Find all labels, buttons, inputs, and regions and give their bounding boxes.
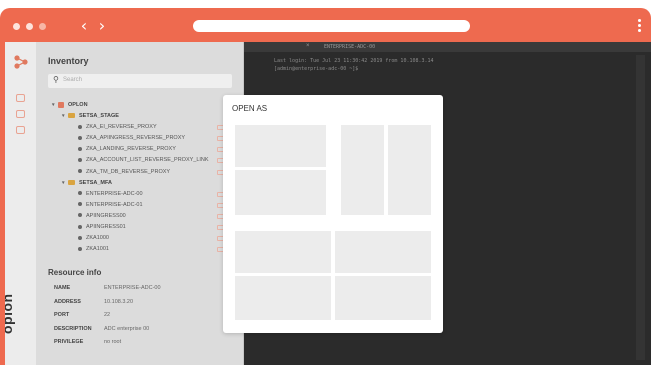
layout-pane bbox=[388, 125, 431, 215]
tree-label: ZKA1001 bbox=[86, 246, 109, 253]
tree-item[interactable]: APIINGRESS01 bbox=[52, 222, 237, 233]
server-icon bbox=[78, 224, 82, 229]
window-minimize-dot[interactable] bbox=[26, 23, 33, 30]
left-rail: oplon bbox=[5, 42, 36, 365]
resource-info-key: NAME bbox=[54, 285, 71, 291]
server-icon bbox=[78, 235, 82, 240]
terminal-line: Last login: Tue Jul 23 11:30:42 2019 fro… bbox=[274, 58, 434, 64]
terminal-scrollbar[interactable] bbox=[636, 55, 645, 360]
oplon-logo-icon[interactable] bbox=[13, 54, 29, 70]
resource-info-value: ENTERPRISE-ADC-00 bbox=[104, 285, 161, 291]
close-icon[interactable]: × bbox=[306, 43, 310, 49]
tree-root[interactable]: ▾ OPLON bbox=[52, 100, 237, 111]
tree-label: ZKA_LANDING_REVERSE_PROXY bbox=[86, 146, 176, 153]
tree-item[interactable]: ENTERPRISE-ADC-01 bbox=[52, 200, 237, 211]
tree-label: ZKA_ACCOUNT_LIST_REVERSE_PROXY_LINK bbox=[86, 157, 209, 164]
browser-window: ‹ › oplon Inventory ⚲ Search ▾ OPLON ▾ S… bbox=[0, 8, 651, 365]
server-icon bbox=[78, 124, 82, 129]
resource-info-key: PORT bbox=[54, 312, 70, 318]
terminal-line: [admin@enterprise-adc-00 ~]$ bbox=[274, 66, 359, 72]
server-icon bbox=[78, 191, 82, 196]
tree-item[interactable]: ZKA_ACCOUNT_LIST_REVERSE_PROXY_LINK bbox=[52, 155, 237, 166]
terminal-tab[interactable]: × ENTERPRISE-ADC-00 bbox=[244, 42, 651, 52]
brand-wordmark: oplon bbox=[5, 293, 15, 334]
resource-info-row: PORT 22 bbox=[48, 312, 238, 326]
resource-info-key: PRIVILEGE bbox=[54, 339, 84, 345]
tree-label: APIINGRESS00 bbox=[86, 212, 126, 219]
server-icon bbox=[78, 135, 82, 140]
dialog-title: OPEN AS bbox=[232, 104, 268, 113]
window-close-dot[interactable] bbox=[13, 23, 20, 30]
layout-pane bbox=[235, 276, 331, 320]
forward-chevron-icon[interactable]: › bbox=[94, 17, 110, 35]
tree-label: SETSA_MFA bbox=[79, 179, 113, 186]
tree-label: ZKA_EI_REVERSE_PROXY bbox=[86, 124, 157, 131]
window-maximize-dot[interactable] bbox=[39, 23, 46, 30]
resource-info-value: ADC enterprise 00 bbox=[104, 325, 150, 332]
layout-pane bbox=[335, 276, 431, 320]
resource-info-row: DESCRIPTION ADC enterprise 00 bbox=[48, 326, 238, 340]
tree-label: SETSA_STAGE bbox=[79, 113, 119, 120]
folder-icon bbox=[68, 113, 75, 119]
folder-icon bbox=[68, 179, 75, 185]
resource-info-row: ADDRESS 10.108.3.20 bbox=[48, 299, 238, 313]
server-icon bbox=[78, 213, 82, 218]
inventory-nav-icon[interactable] bbox=[16, 94, 25, 102]
page: ‹ › oplon Inventory ⚲ Search ▾ OPLON ▾ S… bbox=[0, 0, 651, 365]
resource-info-key: DESCRIPTION bbox=[54, 325, 92, 332]
tree-folder[interactable]: ▾ SETSA_STAGE bbox=[52, 111, 237, 122]
layout-pane bbox=[235, 170, 326, 215]
inventory-search-input[interactable]: ⚲ Search bbox=[48, 74, 232, 88]
tree-item[interactable]: ZKA_EI_REVERSE_PROXY bbox=[52, 122, 237, 133]
tree-item[interactable]: ZKA1000 bbox=[52, 233, 237, 244]
tree-label: ZKA1000 bbox=[86, 235, 109, 242]
settings-nav-icon[interactable] bbox=[16, 126, 25, 134]
inventory-title: Inventory bbox=[48, 56, 89, 66]
search-icon: ⚲ bbox=[53, 75, 59, 84]
kebab-menu-icon[interactable] bbox=[636, 19, 642, 33]
root-icon bbox=[58, 101, 64, 108]
server-icon bbox=[78, 146, 82, 151]
tree-label: ZKA_APIINGRESS_REVERSE_PROXY bbox=[86, 135, 186, 142]
inventory-tree: ▾ OPLON ▾ SETSA_STAGE ZKA_EI_REVERSE_PROXY ZK… bbox=[52, 100, 237, 255]
tree-item[interactable]: ZKA1001 bbox=[52, 244, 237, 255]
tree-item[interactable]: ZKA_TM_DB_REVERSE_PROXY bbox=[52, 167, 237, 178]
server-icon bbox=[78, 202, 82, 207]
resource-info-value: 22 bbox=[104, 312, 111, 318]
tree-label: ZKA_TM_DB_REVERSE_PROXY bbox=[86, 168, 171, 175]
inventory-panel: Inventory ⚲ Search ▾ OPLON ▾ SETSA_STAGE ZKA… bbox=[36, 42, 244, 365]
resource-info-value: 10.108.3.20 bbox=[104, 298, 134, 305]
layout-pane bbox=[335, 231, 431, 273]
resource-info-row: NAME ENTERPRISE-ADC-00 bbox=[48, 285, 238, 299]
resource-info-panel: Resource info NAME ENTERPRISE-ADC-00 ADDRE… bbox=[48, 268, 238, 353]
resource-info-row: PRIVILEGE no root bbox=[48, 339, 238, 353]
tree-label: ENTERPRISE-ADC-01 bbox=[86, 201, 143, 208]
server-icon bbox=[78, 246, 82, 251]
layout-pane bbox=[235, 125, 326, 167]
search-placeholder: Search bbox=[63, 77, 83, 83]
browser-toolbar: ‹ › bbox=[0, 8, 651, 42]
server-icon bbox=[78, 169, 82, 174]
back-chevron-icon[interactable]: ‹ bbox=[76, 17, 92, 35]
resource-info-value: no root bbox=[104, 339, 122, 345]
tree-item[interactable]: APIINGRESS00 bbox=[52, 211, 237, 222]
open-as-dialog: OPEN AS bbox=[223, 95, 443, 333]
tree-folder[interactable]: ▾ SETSA_MFA bbox=[52, 178, 237, 189]
terminal-tab-title: ENTERPRISE-ADC-00 bbox=[324, 44, 376, 50]
tree-item[interactable]: ZKA_APIINGRESS_REVERSE_PROXY bbox=[52, 133, 237, 144]
tree-label: ENTERPRISE-ADC-00 bbox=[86, 190, 143, 197]
tree-item[interactable]: ZKA_LANDING_REVERSE_PROXY bbox=[52, 144, 237, 155]
address-bar[interactable] bbox=[193, 20, 470, 32]
tree-label: APIINGRESS01 bbox=[86, 224, 126, 231]
tree-label: OPLON bbox=[68, 102, 88, 108]
resource-info-key: ADDRESS bbox=[54, 298, 81, 305]
layout-pane bbox=[235, 231, 331, 273]
layout-pane bbox=[341, 125, 384, 215]
server-icon bbox=[78, 158, 82, 163]
tree-item[interactable]: ENTERPRISE-ADC-00 bbox=[52, 189, 237, 200]
sessions-nav-icon[interactable] bbox=[16, 110, 25, 118]
resource-info-title: Resource info bbox=[48, 268, 102, 277]
